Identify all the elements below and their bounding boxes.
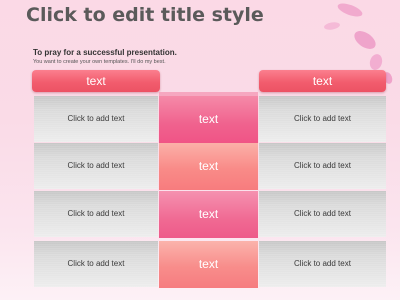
table-cell-right[interactable]: Click to add text (259, 96, 386, 142)
table-cell-left[interactable]: Click to add text (34, 96, 158, 142)
table-cell-center[interactable]: text (159, 143, 258, 190)
table-cell-right[interactable]: Click to add text (259, 143, 386, 189)
table-cell-center[interactable]: text (159, 241, 258, 288)
table-cell-center[interactable]: text (159, 191, 258, 238)
table-cell-right[interactable]: Click to add text (259, 191, 386, 237)
slide-title[interactable]: Click to edit title style (26, 4, 264, 26)
slide-subtext[interactable]: You want to create your own templates. I… (33, 59, 166, 65)
header-left-button[interactable]: text (32, 70, 160, 92)
table-cell-left[interactable]: Click to add text (34, 241, 158, 287)
header-right-button[interactable]: text (259, 70, 386, 92)
table-cell-left[interactable]: Click to add text (34, 143, 158, 189)
table-cell-right[interactable]: Click to add text (259, 241, 386, 287)
slide-subtitle[interactable]: To pray for a successful presentation. (33, 48, 177, 57)
table-cell-center[interactable]: text (159, 96, 258, 143)
table-cell-left[interactable]: Click to add text (34, 191, 158, 237)
